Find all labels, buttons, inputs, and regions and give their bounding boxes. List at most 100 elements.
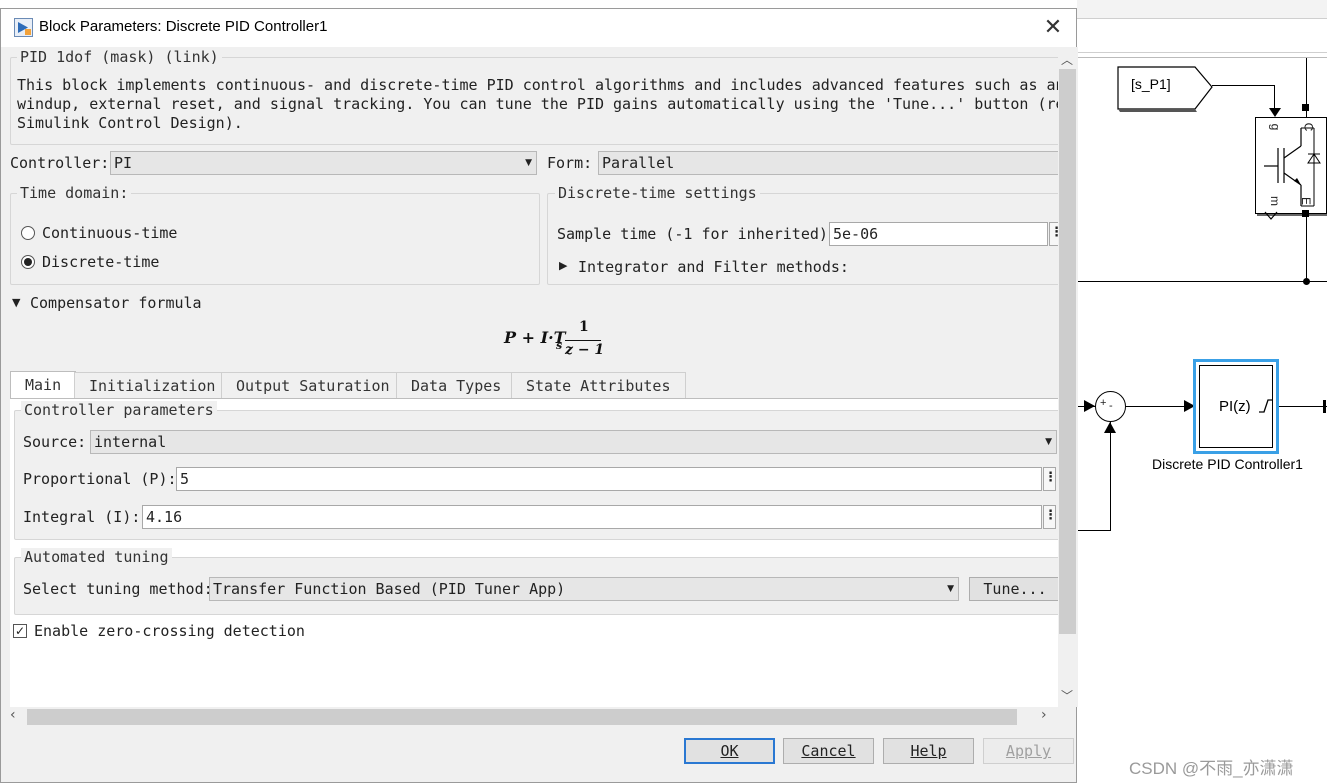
simulink-app-icon [14,18,33,37]
tuning-method-label: Select tuning method: [23,580,213,598]
form-value: Parallel [602,154,675,172]
igbt-label-c: C [1301,122,1316,132]
vertical-scroll-thumb[interactable] [1059,69,1076,634]
model-toolbar-strip [1077,0,1327,19]
integrator-expand-icon[interactable]: ▶ [559,259,567,272]
compensator-collapse-icon[interactable]: ▼ [12,296,20,309]
description-line-3: Simulink Control Design). [17,114,243,132]
controller-dropdown[interactable]: PI ▼ [110,151,537,175]
controller-value: PI [114,154,133,172]
wire-bottom-rail [1077,281,1327,282]
wire-goto-to-igbt [1212,85,1274,86]
igbt-label-e: E [1299,196,1314,206]
scroll-down-icon[interactable]: ﹀ [1061,687,1073,704]
igbt-output-chevron-icon [1264,211,1278,220]
igbt-port-e [1302,210,1309,217]
window-title: Block Parameters: Discrete PID Controlle… [39,18,328,35]
discrete-settings-legend: Discrete-time settings [555,184,760,202]
tab-initialization[interactable]: Initialization [74,372,231,398]
ok-label: OK [720,742,739,760]
tuning-method-dropdown[interactable]: Transfer Function Based (PID Tuner App) … [209,577,959,601]
apply-button[interactable]: Apply [983,738,1074,764]
formula-denominator: z − 1 [565,342,605,358]
continuous-time-label[interactable]: Continuous-time [42,224,177,242]
tab-main[interactable]: Main [10,371,77,399]
integral-more-icon[interactable]: ⋮ [1043,505,1057,529]
wire-pid-output [1279,406,1327,407]
integrator-methods-label[interactable]: Integrator and Filter methods: [578,258,849,276]
scroll-up-icon[interactable]: ︿ [1061,51,1073,68]
mask-label: PID 1dof (mask) (link) [17,48,222,66]
horizontal-scroll-thumb[interactable] [27,709,1017,725]
sum-plus-sign: + [1100,397,1107,409]
simulink-canvas[interactable]: [s_P1] g C m E + - PI(z) Discrete PID Co… [1077,0,1327,783]
compensator-formula: P + I·T s 1 z − 1 [504,319,614,361]
proportional-input[interactable]: 5 [176,467,1042,491]
proportional-more-icon[interactable]: ⋮ [1043,467,1057,491]
sum-minus-sign: - [1109,400,1113,412]
pid-block-name[interactable]: Discrete PID Controller1 [1152,456,1303,472]
igbt-label-g: g [1268,123,1283,131]
integral-input[interactable]: 4.16 [142,505,1042,529]
source-value: internal [94,433,167,451]
vertical-scrollbar[interactable]: ︿ ﹀ [1058,47,1078,707]
cancel-label: Cancel [801,742,856,760]
tab-state-attributes[interactable]: State Attributes [511,372,686,398]
horizontal-scrollbar[interactable]: ‹ › [1,707,1058,727]
igbt-block[interactable]: g C m E [1255,117,1327,214]
controller-parameters-legend: Controller parameters [21,401,217,419]
tab-output-saturation[interactable]: Output Saturation [221,372,405,398]
formula-fraction-bar [565,340,601,341]
sample-time-input[interactable]: 5e-06 [829,222,1048,246]
source-label: Source: [23,433,87,451]
output-port-mark [1323,400,1326,413]
zero-crossing-checkbox[interactable]: ✓ [13,624,27,638]
zero-crossing-label[interactable]: Enable zero-crossing detection [34,622,305,640]
scroll-left-icon[interactable]: ‹ [10,707,16,723]
time-domain-legend: Time domain: [17,184,132,202]
formula-subscript: s [556,339,563,352]
description-line-2: windup, external reset, and signal track… [17,95,1058,113]
proportional-label: Proportional (P): [23,470,177,488]
model-breadcrumb-strip [1077,24,1327,53]
junction-dot [1303,278,1310,285]
sample-time-label: Sample time (-1 for inherited): [557,225,837,243]
form-dropdown[interactable]: Parallel [598,151,1058,175]
wire-feedback-horizontal [1077,530,1111,531]
sample-time-more-icon[interactable]: ⋮ [1049,222,1058,246]
apply-label: Apply [1005,742,1052,760]
continuous-time-radio[interactable] [21,226,35,240]
ok-button[interactable]: OK [684,738,775,764]
igbt-label-m: m [1268,196,1282,206]
compensator-label[interactable]: Compensator formula [30,294,202,312]
dialog-content: PID 1dof (mask) (link) This block implem… [1,47,1058,707]
dropdown-arrow-icon: ▼ [1045,437,1052,447]
pid-block-text: PI(z) [1219,398,1251,415]
source-dropdown[interactable]: internal ▼ [90,430,1057,454]
saturation-step-icon [1259,399,1273,413]
help-label: Help [910,742,947,760]
tab-data-types[interactable]: Data Types [396,372,517,398]
discrete-time-radio[interactable] [21,255,35,269]
integral-label: Integral (I): [23,508,141,526]
tune-button[interactable]: Tune... [969,577,1058,601]
tuning-method-value: Transfer Function Based (PID Tuner App) [213,580,566,598]
arrowhead-icon [1104,422,1116,433]
wire-top-vertical-left [1077,57,1327,58]
controller-label: Controller: [10,154,110,172]
description-line-1: This block implements continuous- and di… [17,76,1058,94]
discrete-time-label[interactable]: Discrete-time [42,253,159,271]
automated-tuning-legend: Automated tuning [21,548,172,566]
title-bar[interactable]: Block Parameters: Discrete PID Controlle… [1,9,1076,47]
wire-feedback-vertical [1110,422,1111,530]
dropdown-arrow-icon: ▼ [525,158,532,168]
watermark: CSDN @不雨_亦潇潇 [1129,759,1294,778]
cancel-button[interactable]: Cancel [783,738,874,764]
block-parameters-dialog[interactable]: Block Parameters: Discrete PID Controlle… [0,8,1078,783]
help-button[interactable]: Help [883,738,974,764]
form-label: Form: [547,154,593,172]
igbt-port-c [1302,104,1309,111]
formula-numerator: 1 [579,319,589,335]
scroll-right-icon[interactable]: › [1041,707,1047,723]
close-icon[interactable]: ✕ [1038,13,1068,43]
